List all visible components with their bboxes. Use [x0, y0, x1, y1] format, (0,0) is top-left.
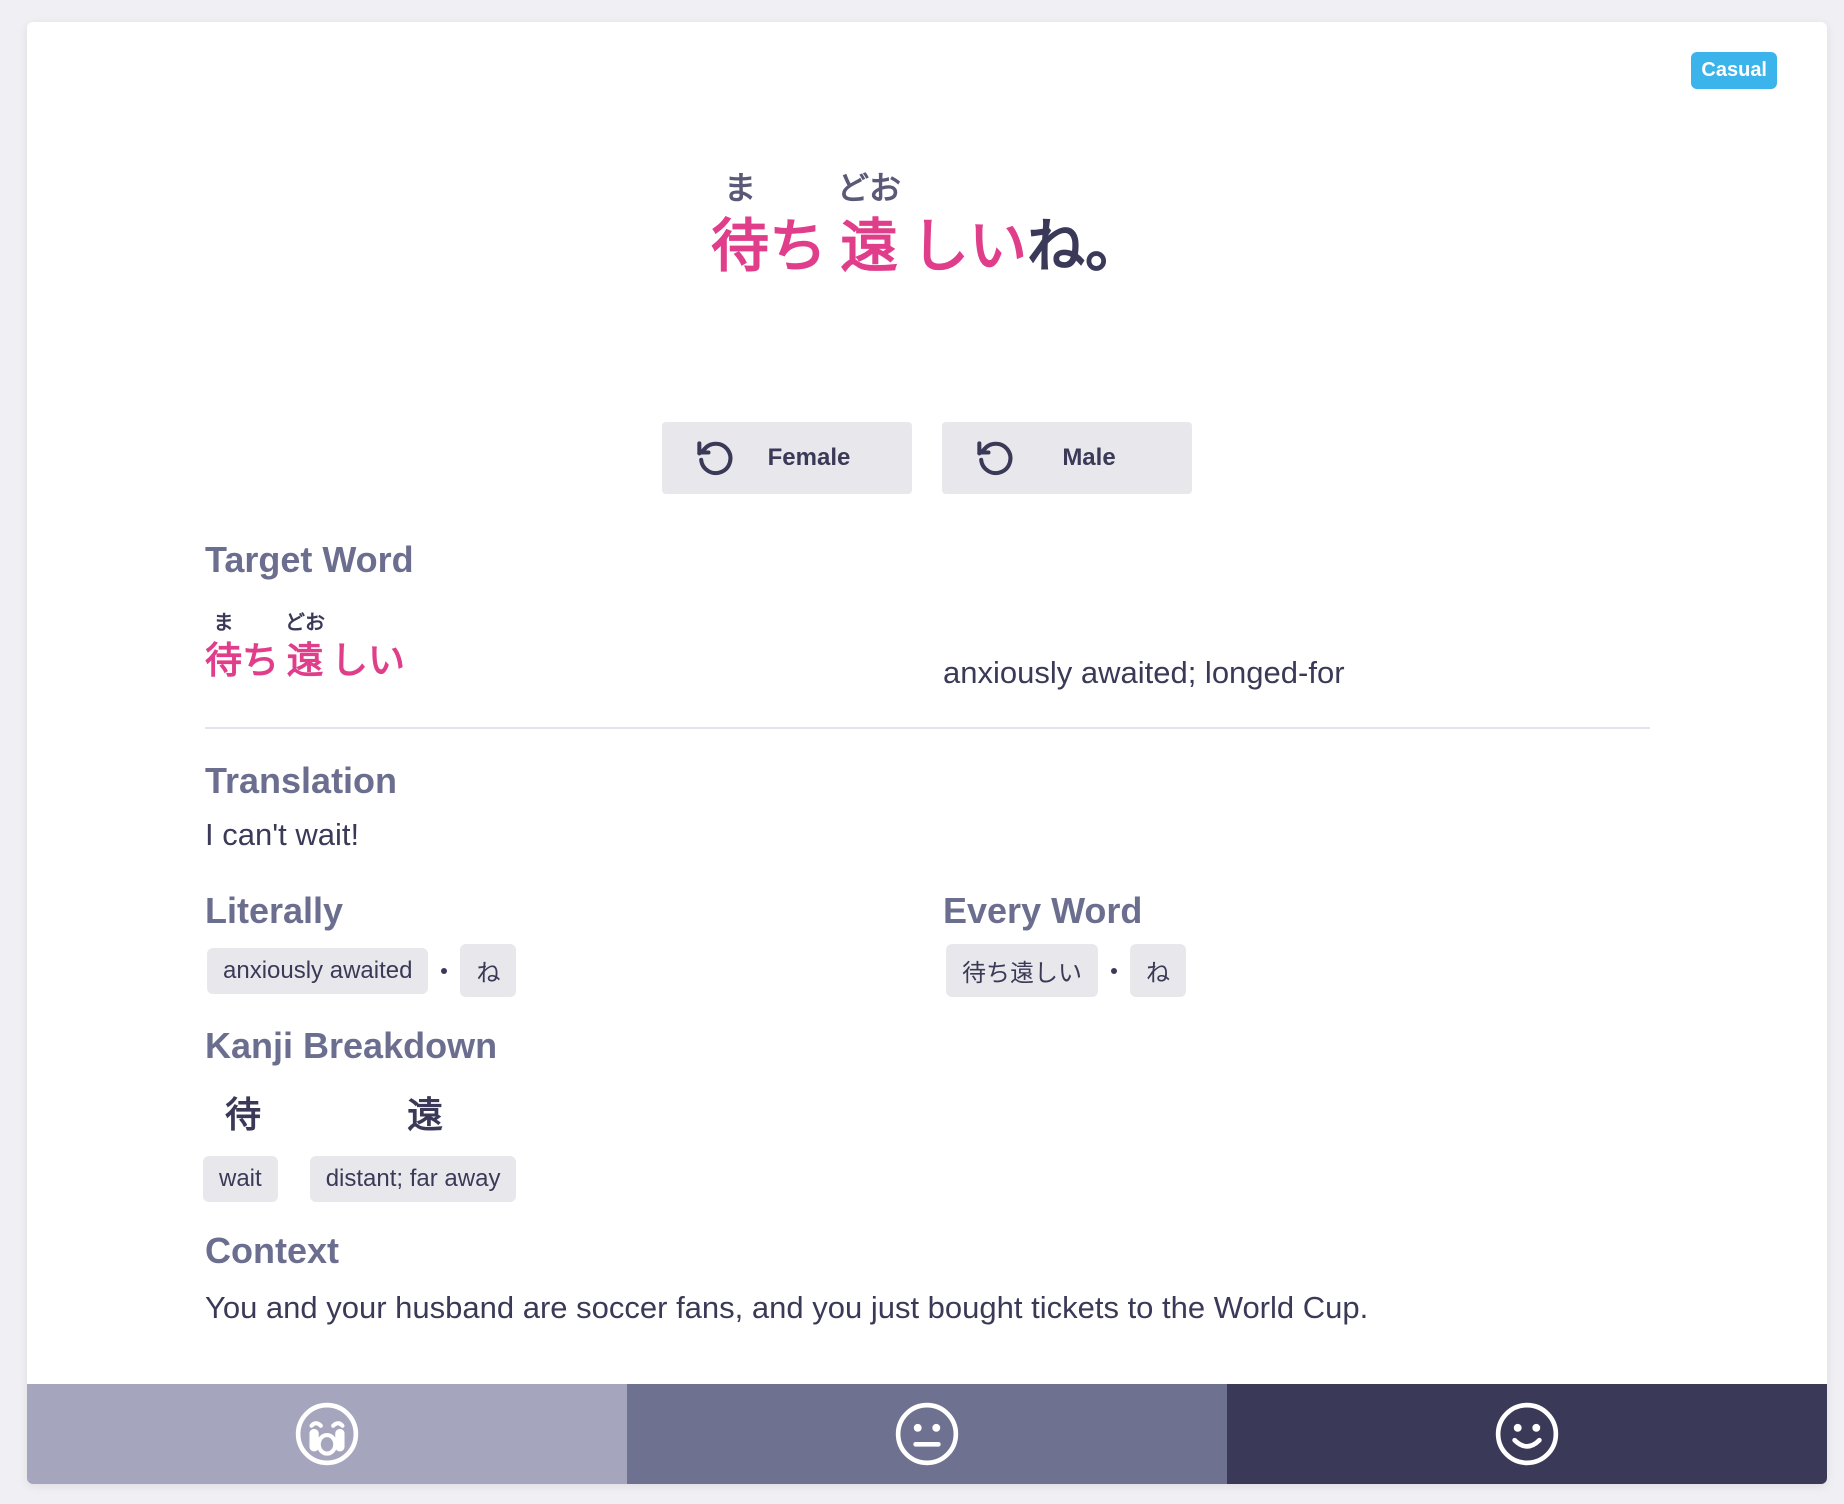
female-audio-button[interactable]: Female: [662, 422, 912, 494]
female-audio-label: Female: [767, 444, 851, 471]
every-word-chips: 待ち遠しい ね: [946, 944, 1186, 997]
divider: [205, 727, 1650, 729]
target-kanji-1: 待ま: [205, 612, 242, 681]
sentence-kanji-2: 遠どお: [836, 170, 901, 279]
translation-heading: Translation: [205, 760, 398, 801]
every-word-chip[interactable]: 待ち遠しい: [946, 944, 1098, 997]
crying-face-icon: [295, 1402, 359, 1466]
formality-badge: Casual: [1691, 52, 1777, 89]
sentence-kana-2: しい: [911, 214, 1028, 279]
sentence-ending: ね。: [1027, 214, 1144, 279]
target-kana-2: しい: [331, 640, 405, 681]
male-audio-button[interactable]: Male: [942, 422, 1192, 494]
flashcard: Casual 待まち 遠どおしいね。 Female Male Target Wor…: [27, 22, 1827, 1484]
target-word-heading: Target Word: [205, 539, 414, 580]
sentence-kana-1: ち: [768, 214, 827, 279]
target-word-meaning: anxiously awaited; longed-for: [943, 655, 1345, 690]
sentence-kanji-1: 待ま: [710, 170, 769, 279]
separator-dot: [1111, 967, 1117, 974]
every-word-heading: Every Word: [943, 890, 1143, 931]
target-kanji-2: 遠どお: [285, 612, 325, 681]
kanji-meaning-chip: wait: [203, 1156, 278, 1202]
neutral-face-icon: [895, 1402, 959, 1466]
hard-button[interactable]: [27, 1384, 627, 1484]
smiling-face-icon: [1495, 1402, 1559, 1466]
every-word-chip[interactable]: ね: [1130, 944, 1186, 997]
context-heading: Context: [205, 1230, 339, 1271]
replay-icon: [977, 441, 1013, 476]
rating-bar: [27, 1384, 1827, 1484]
okay-button[interactable]: [627, 1384, 1227, 1484]
male-audio-label: Male: [1062, 444, 1116, 471]
audio-buttons: Female Male: [27, 422, 1827, 494]
sentence: 待まち 遠どおしいね。: [27, 170, 1827, 283]
translation-text: I can't wait!: [205, 817, 360, 852]
target-kana-1: ち: [242, 640, 279, 681]
context-text: You and your husband are soccer fans, an…: [205, 1290, 1369, 1325]
literally-chip[interactable]: anxiously awaited: [207, 947, 429, 994]
replay-icon: [697, 441, 733, 476]
target-word: 待まち 遠どおしい: [205, 612, 405, 684]
breakdown-kanji[interactable]: 待: [225, 1086, 261, 1138]
literally-chips: anxiously awaited ね: [207, 944, 517, 997]
literally-heading: Literally: [205, 890, 344, 931]
easy-button[interactable]: [1227, 1384, 1827, 1484]
literally-chip[interactable]: ね: [460, 944, 517, 997]
kanji-breakdown-heading: Kanji Breakdown: [205, 1025, 498, 1066]
separator-dot: [441, 967, 448, 974]
kanji-meaning-chips: wait distant; far away: [203, 1156, 517, 1202]
breakdown-kanji: 遠: [407, 1094, 444, 1135]
kanji-meaning-chip: distant; far away: [309, 1156, 517, 1202]
